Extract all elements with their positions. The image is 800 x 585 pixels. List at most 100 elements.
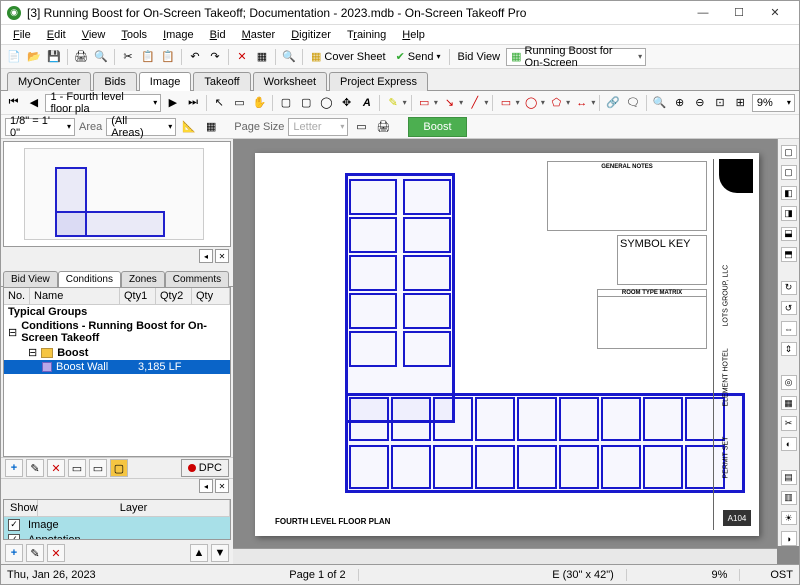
page-thumbnail[interactable] [3, 141, 231, 247]
menu-help[interactable]: Help [394, 27, 433, 43]
rt13-icon[interactable]: ✂ [781, 416, 797, 430]
rt6-icon[interactable]: ⬒ [781, 247, 797, 261]
undo-icon[interactable]: ↶ [186, 48, 204, 66]
pointer-icon[interactable]: ↖ [211, 94, 228, 112]
rt9-icon[interactable]: ⇔ [781, 321, 797, 335]
tool-icon[interactable]: ▦ [253, 48, 271, 66]
zoom-out-icon[interactable]: ⊖ [691, 94, 708, 112]
tab-comments[interactable]: Comments [165, 271, 229, 287]
folder-button[interactable]: ▢ [110, 459, 128, 477]
zoom-fit-icon[interactable]: ⊡ [711, 94, 728, 112]
poly-icon[interactable]: ⬠ [548, 94, 565, 112]
save-icon[interactable]: 💾 [45, 48, 63, 66]
print-icon[interactable]: 🖨 [72, 48, 90, 66]
rt2-icon[interactable]: ▢ [781, 165, 797, 179]
cover-sheet-button[interactable]: ▦Cover Sheet [307, 48, 390, 66]
tab-myoncenter[interactable]: MyOnCenter [7, 72, 91, 91]
rt18-icon[interactable]: ◑ [781, 531, 797, 545]
col-no[interactable]: No. [4, 288, 30, 304]
move-down-button[interactable]: ▼ [211, 544, 229, 562]
col-name[interactable]: Name [30, 288, 120, 304]
tree-conditions-root[interactable]: ⊟Conditions - Running Boost for On-Scree… [4, 319, 230, 345]
rt8-icon[interactable]: ↺ [781, 301, 797, 315]
rect-icon[interactable]: ▭ [497, 94, 514, 112]
tree-item-boost-wall[interactable]: Boost Wall 3,185 LF [4, 360, 230, 374]
highlighter-icon[interactable]: ✎ [384, 94, 401, 112]
scale-select[interactable]: 1/8" = 1' 0" [5, 118, 75, 136]
tab-bid-view[interactable]: Bid View [3, 271, 58, 287]
col-layer[interactable]: Layer [38, 500, 230, 516]
plan-select[interactable]: ▦Running Boost for On-Screen [506, 48, 646, 66]
rt11-icon[interactable]: ◎ [781, 375, 797, 389]
delete-icon[interactable]: ✕ [233, 48, 251, 66]
edit-layer-button[interactable]: ✎ [26, 544, 44, 562]
dup-condition-button[interactable]: ▭ [68, 459, 86, 477]
line-icon[interactable]: ╱ [466, 94, 483, 112]
note-icon[interactable]: 🗨 [625, 94, 642, 112]
close-button[interactable]: ✕ [757, 2, 793, 24]
page-select[interactable]: 1 - Fourth level floor pla [45, 94, 161, 112]
col-qty2[interactable]: Qty2 [156, 288, 192, 304]
cloud-icon[interactable]: ▭ [416, 94, 433, 112]
delete-layer-button[interactable]: ✕ [47, 544, 65, 562]
copy-icon[interactable]: 📋 [139, 48, 157, 66]
measure-icon[interactable]: 📐 [180, 118, 198, 136]
link-icon[interactable]: 🔗 [604, 94, 621, 112]
horizontal-scrollbar[interactable] [233, 548, 777, 564]
cut-icon[interactable]: ✂ [119, 48, 137, 66]
tree-typical-groups[interactable]: Typical Groups [4, 305, 230, 319]
menu-training[interactable]: Training [339, 27, 394, 43]
nav-first-icon[interactable]: ⏮ [5, 94, 22, 112]
orient-icon[interactable]: ▭ [352, 118, 370, 136]
tab-zones[interactable]: Zones [121, 271, 165, 287]
menu-file[interactable]: File [5, 27, 39, 43]
zoom-select[interactable]: 9% [752, 94, 795, 112]
find-icon[interactable]: 🔍 [280, 48, 298, 66]
arrow-icon[interactable]: ↘ [441, 94, 458, 112]
layer-row[interactable]: ✓Image [4, 517, 230, 532]
menu-digitizer[interactable]: Digitizer [283, 27, 339, 43]
panel-close-icon[interactable]: ✕ [215, 249, 229, 263]
tab-project-express[interactable]: Project Express [329, 72, 428, 91]
tab-bids[interactable]: Bids [93, 72, 136, 91]
shape1-icon[interactable]: ▢ [277, 94, 294, 112]
rt14-icon[interactable]: ◐ [781, 437, 797, 451]
rt4-icon[interactable]: ◨ [781, 206, 797, 220]
open-icon[interactable]: 📂 [25, 48, 43, 66]
rt3-icon[interactable]: ◧ [781, 186, 797, 200]
calc-icon[interactable]: ▦ [202, 118, 220, 136]
zoom-window-icon[interactable]: 🔍 [651, 94, 668, 112]
new-icon[interactable]: 📄 [5, 48, 23, 66]
menu-view[interactable]: View [74, 27, 114, 43]
layer-panel-close-icon[interactable]: ✕ [215, 479, 229, 493]
menu-master[interactable]: Master [234, 27, 284, 43]
drawing-viewport[interactable]: FOURTH LEVEL FLOOR PLAN GENERAL NOTES SY… [233, 139, 799, 564]
text-icon[interactable]: A [358, 94, 375, 112]
boost-button[interactable]: Boost [408, 117, 466, 137]
rt16-icon[interactable]: ▥ [781, 491, 797, 505]
print2-icon[interactable]: 🖨 [374, 118, 392, 136]
nav-last-icon[interactable]: ⏭ [184, 94, 201, 112]
col-show[interactable]: Show [4, 500, 38, 516]
delete-condition-button[interactable]: ✕ [47, 459, 65, 477]
col-qty[interactable]: Qty [192, 288, 230, 304]
zoom-in-icon[interactable]: ⊕ [671, 94, 688, 112]
menu-tools[interactable]: Tools [113, 27, 155, 43]
bid-view-button[interactable]: Bid View [454, 48, 505, 66]
rt7-icon[interactable]: ↻ [781, 281, 797, 295]
zoom-actual-icon[interactable]: ⊞ [732, 94, 749, 112]
pan-icon[interactable]: ✋ [251, 94, 268, 112]
layer-panel-prev-icon[interactable]: ◂ [199, 479, 213, 493]
minimize-button[interactable]: — [685, 2, 721, 24]
rt15-icon[interactable]: ▤ [781, 470, 797, 484]
dup2-condition-button[interactable]: ▭ [89, 459, 107, 477]
tab-takeoff[interactable]: Takeoff [193, 72, 250, 91]
area-select[interactable]: (All Areas) [106, 118, 176, 136]
layer-row[interactable]: ✓Annotation [4, 532, 230, 540]
menu-bid[interactable]: Bid [202, 27, 234, 43]
tab-conditions[interactable]: Conditions [58, 271, 121, 287]
layer-checkbox[interactable]: ✓ [8, 519, 20, 531]
add-condition-button[interactable]: + [5, 459, 23, 477]
ellipse-icon[interactable]: ◯ [523, 94, 540, 112]
rt17-icon[interactable]: ☀ [781, 511, 797, 525]
